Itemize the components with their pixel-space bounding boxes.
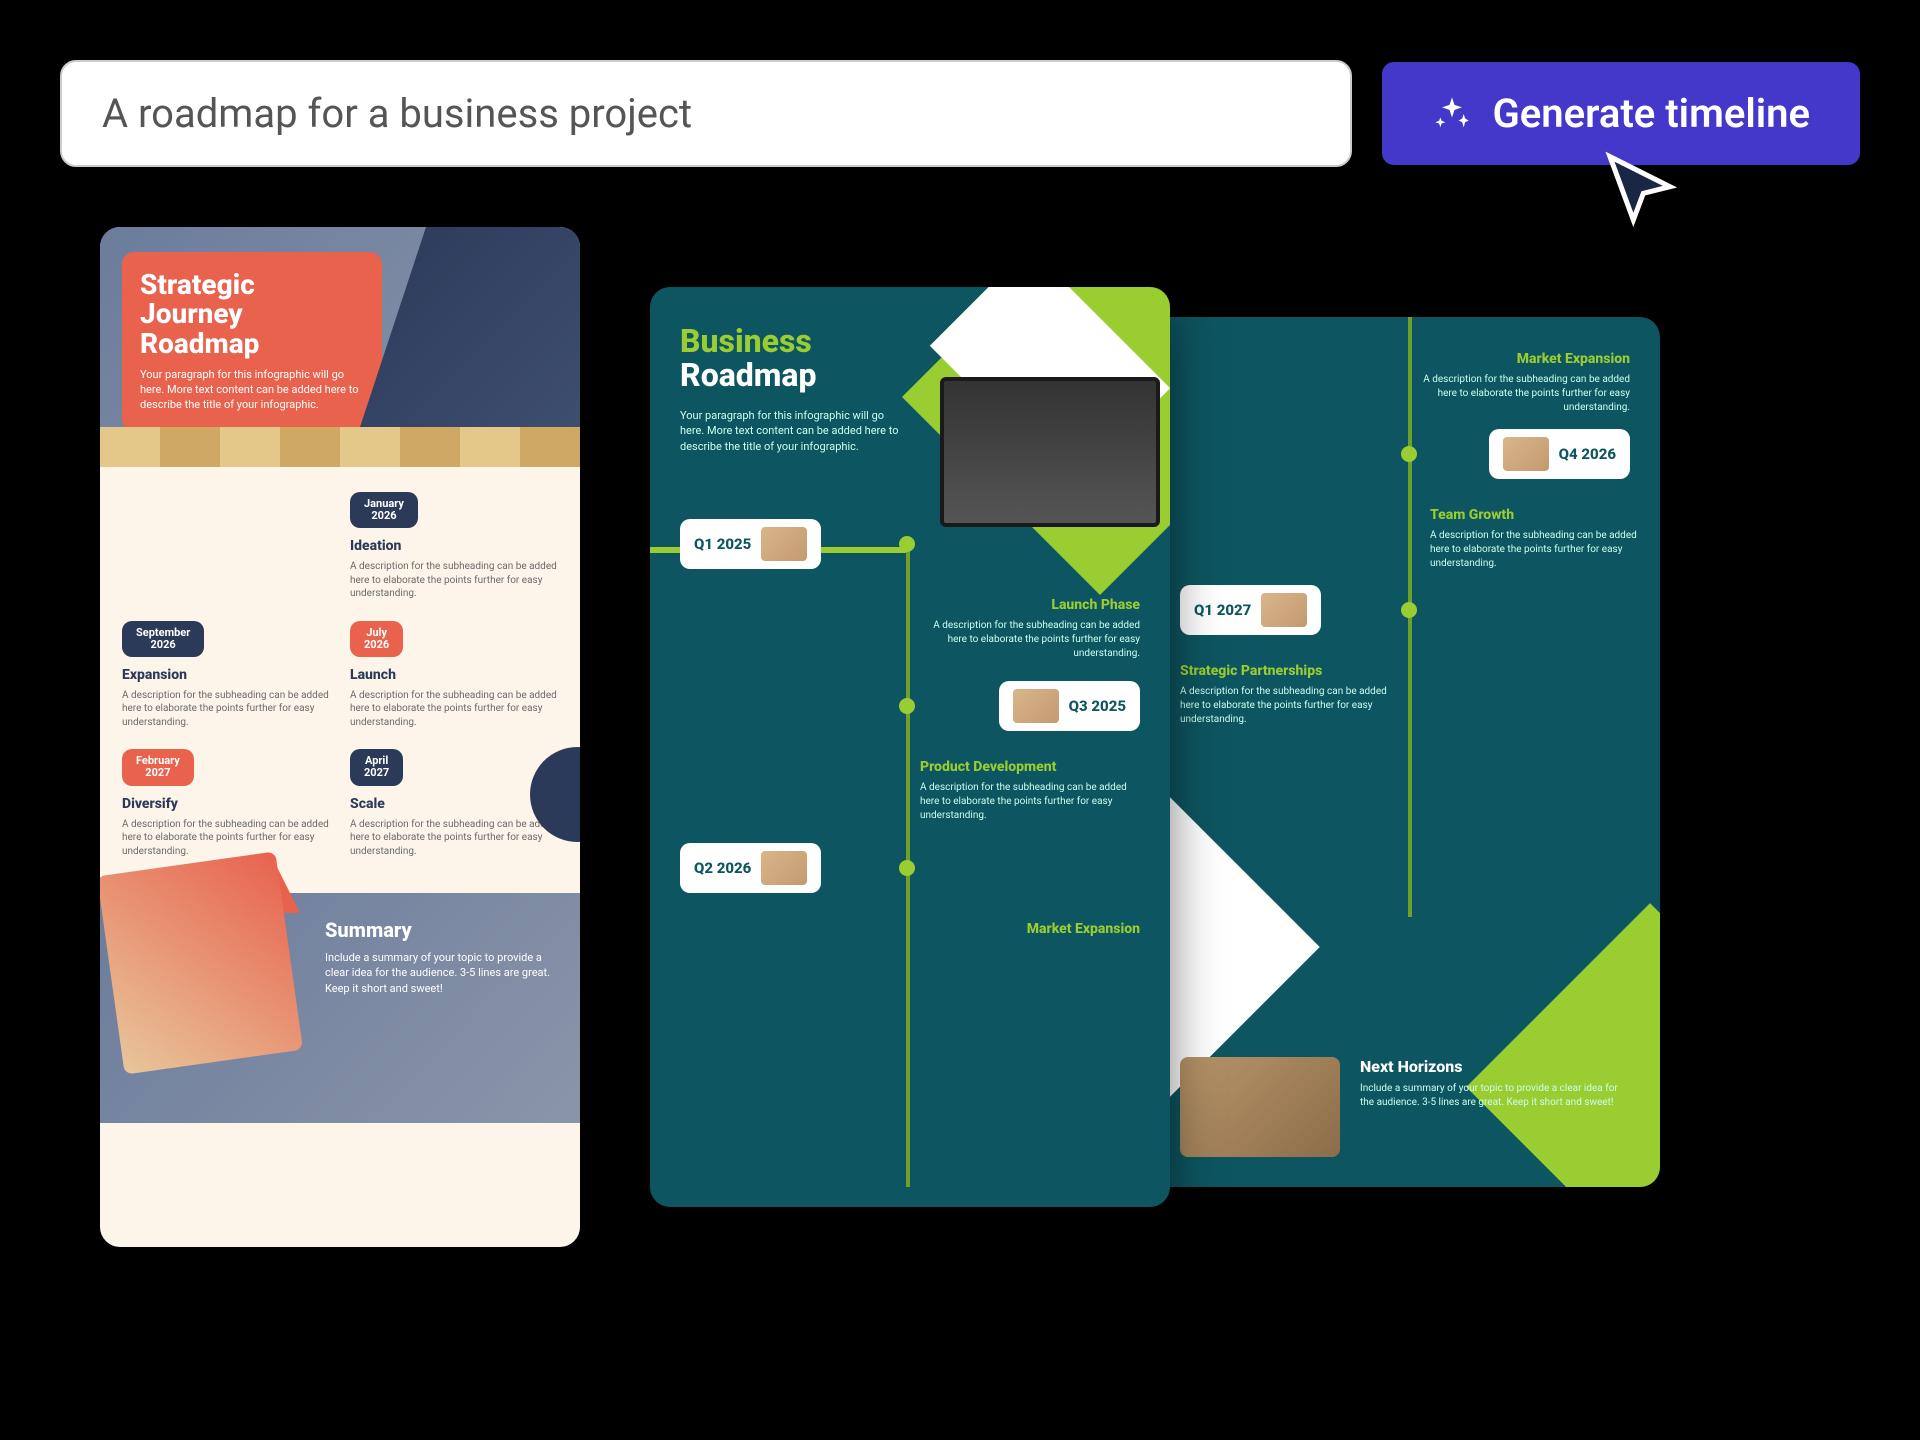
timeline-body: January 2026 Ideation A description for … [100, 467, 580, 893]
timeline-node: Q2 2026 [680, 843, 1140, 893]
thumb-image [1503, 437, 1549, 471]
summary-title: Next Horizons [1360, 1057, 1630, 1076]
item-title: Scale [350, 796, 558, 812]
title-line-1: Business [680, 322, 1140, 360]
date-pill: February 2027 [122, 749, 194, 785]
quarter-label: Q1 2027 [1194, 601, 1251, 619]
generate-timeline-button[interactable]: Generate timeline [1382, 62, 1860, 165]
template-header: Strategic Journey Roadmap Your paragraph… [100, 227, 580, 467]
section-text: Strategic Partnerships A description for… [1180, 663, 1630, 727]
timeline-node: Q4 2026 [1180, 429, 1630, 479]
summary-section: Summary Include a summary of your topic … [100, 893, 580, 1123]
template-title: Strategic Journey Roadmap [140, 270, 364, 358]
section-label: Market Expansion [930, 921, 1140, 937]
template-business-roadmap-page2[interactable]: Market Expansion A description for the s… [1150, 317, 1660, 1187]
quarter-label: Q1 2025 [694, 535, 751, 553]
header-illustration [360, 227, 580, 427]
quarter-pill: Q4 2026 [1489, 429, 1630, 479]
quarter-pill: Q2 2026 [680, 843, 821, 893]
template-business-roadmap[interactable]: Business Roadmap Your paragraph for this… [650, 287, 1170, 1207]
section-desc: A description for the subheading can be … [1180, 685, 1390, 727]
thumb-image [761, 851, 807, 885]
item-title: Diversify [122, 796, 330, 812]
item-title: Expansion [122, 667, 330, 683]
section-desc: A description for the subheading can be … [1430, 529, 1640, 571]
item-desc: A description for the subheading can be … [350, 560, 558, 601]
date-pill: April 2027 [350, 749, 403, 785]
timeline-node: Q3 2025 [680, 681, 1140, 731]
template-desc: Your paragraph for this infographic will… [140, 368, 364, 413]
section-text: Team Growth A description for the subhea… [1430, 507, 1630, 571]
timeline-node: Q1 2027 [1180, 585, 1630, 635]
item-desc: A description for the subheading can be … [350, 689, 558, 730]
section-label: Team Growth [1430, 507, 1630, 523]
section-label: Market Expansion [1180, 351, 1630, 367]
timeline-body: Market Expansion A description for the s… [1150, 317, 1660, 757]
quarter-pill: Q1 2025 [680, 519, 821, 569]
template-strategic-journey[interactable]: Strategic Journey Roadmap Your paragraph… [100, 227, 580, 1247]
summary-desc: Include a summary of your topic to provi… [325, 950, 555, 996]
timeline-dot-icon [899, 536, 915, 552]
date-pill: September 2026 [122, 621, 204, 657]
thumb-image [761, 527, 807, 561]
prompt-input[interactable]: A roadmap for a business project [60, 60, 1352, 167]
date-pill: January 2026 [350, 492, 418, 528]
summary-image [1180, 1057, 1340, 1157]
item-title: Ideation [350, 538, 558, 554]
item-desc: A description for the subheading can be … [122, 818, 330, 859]
laptop-image [940, 377, 1160, 527]
quarter-pill: Q1 2027 [1180, 585, 1321, 635]
summary-section: Next Horizons Include a summary of your … [1180, 1057, 1630, 1157]
summary-desc: Include a summary of your topic to provi… [1360, 1082, 1630, 1110]
item-desc: A description for the subheading can be … [122, 689, 330, 730]
timeline-dot-icon [1401, 602, 1417, 618]
template-desc: Your paragraph for this infographic will… [680, 408, 900, 454]
section-text: Market Expansion [930, 921, 1140, 937]
thumb-image [1013, 689, 1059, 723]
section-text: Product Development A description for th… [920, 759, 1130, 823]
timeline-dot-icon [899, 860, 915, 876]
quarter-pill: Q3 2025 [999, 681, 1140, 731]
quarter-label: Q3 2025 [1069, 697, 1126, 715]
cursor-icon [1600, 150, 1680, 230]
generate-button-label: Generate timeline [1492, 90, 1810, 137]
summary-illustration [100, 852, 303, 1075]
quarter-label: Q2 2026 [694, 859, 751, 877]
section-desc: A description for the subheading can be … [930, 619, 1140, 661]
summary-title: Summary [325, 918, 555, 942]
section-label: Product Development [920, 759, 1130, 775]
quarter-label: Q4 2026 [1559, 445, 1616, 463]
section-label: Strategic Partnerships [1180, 663, 1630, 679]
title-card: Strategic Journey Roadmap Your paragraph… [122, 252, 382, 431]
thumb-image [1261, 593, 1307, 627]
sparkle-icon [1432, 94, 1472, 134]
item-title: Launch [350, 667, 558, 683]
timeline-body: Q1 2025 Launch Phase A description for t… [650, 469, 1170, 967]
section-text: Market Expansion A description for the s… [1180, 351, 1630, 415]
section-text: Launch Phase A description for the subhe… [930, 597, 1140, 661]
timeline-dot-icon [899, 698, 915, 714]
section-label: Launch Phase [930, 597, 1140, 613]
date-pill: July 2026 [350, 621, 403, 657]
section-desc: A description for the subheading can be … [920, 781, 1130, 823]
section-desc: A description for the subheading can be … [1420, 373, 1630, 415]
timeline-dot-icon [1401, 446, 1417, 462]
item-desc: A description for the subheading can be … [350, 818, 558, 859]
